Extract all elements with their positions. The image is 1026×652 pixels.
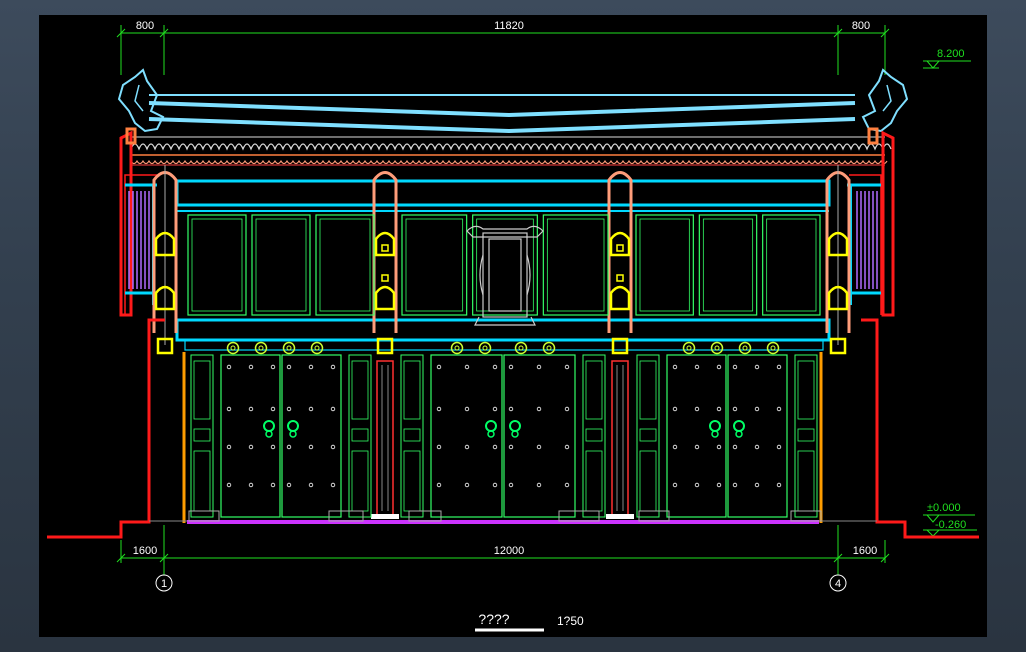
elevation-ridge: 8.200 xyxy=(937,48,965,60)
upper-panels xyxy=(184,214,824,351)
drawing-sheet[interactable]: 800 11820 800 8.200 ±0.000 -0.260 1600 1… xyxy=(39,15,987,637)
roof-structure xyxy=(117,68,909,317)
beam-system xyxy=(175,179,831,342)
side-rafters xyxy=(124,174,882,315)
elevation-drawing: 800 11820 800 8.200 ±0.000 -0.260 1600 1… xyxy=(47,20,979,632)
axis-label-left: 1 xyxy=(161,578,167,590)
dimension-top-right: 800 xyxy=(852,20,870,32)
dimension-bottom-left: 1600 xyxy=(133,545,157,557)
door-bays xyxy=(190,354,818,518)
dimension-bottom-right: 1600 xyxy=(853,545,877,557)
cad-viewport[interactable]: 800 11820 800 8.200 ±0.000 -0.260 1600 1… xyxy=(0,0,1026,652)
dimension-top-center: 11820 xyxy=(494,20,524,32)
top-dimension xyxy=(116,25,890,75)
elevation-outside: -0.260 xyxy=(935,519,966,531)
dimension-bottom-center: 12000 xyxy=(494,545,525,557)
axis-bubbles xyxy=(155,574,847,592)
central-plaque xyxy=(466,225,544,326)
elevation-marks xyxy=(923,60,977,537)
brackets xyxy=(154,231,849,355)
elevation-ground: ±0.000 xyxy=(927,502,961,514)
rosettes xyxy=(226,341,780,355)
drawing-scale: 1?50 xyxy=(557,614,584,628)
axis-label-right: 4 xyxy=(835,578,841,590)
dimension-top-left: 800 xyxy=(136,20,154,32)
drawing-title: ???? xyxy=(478,611,509,627)
